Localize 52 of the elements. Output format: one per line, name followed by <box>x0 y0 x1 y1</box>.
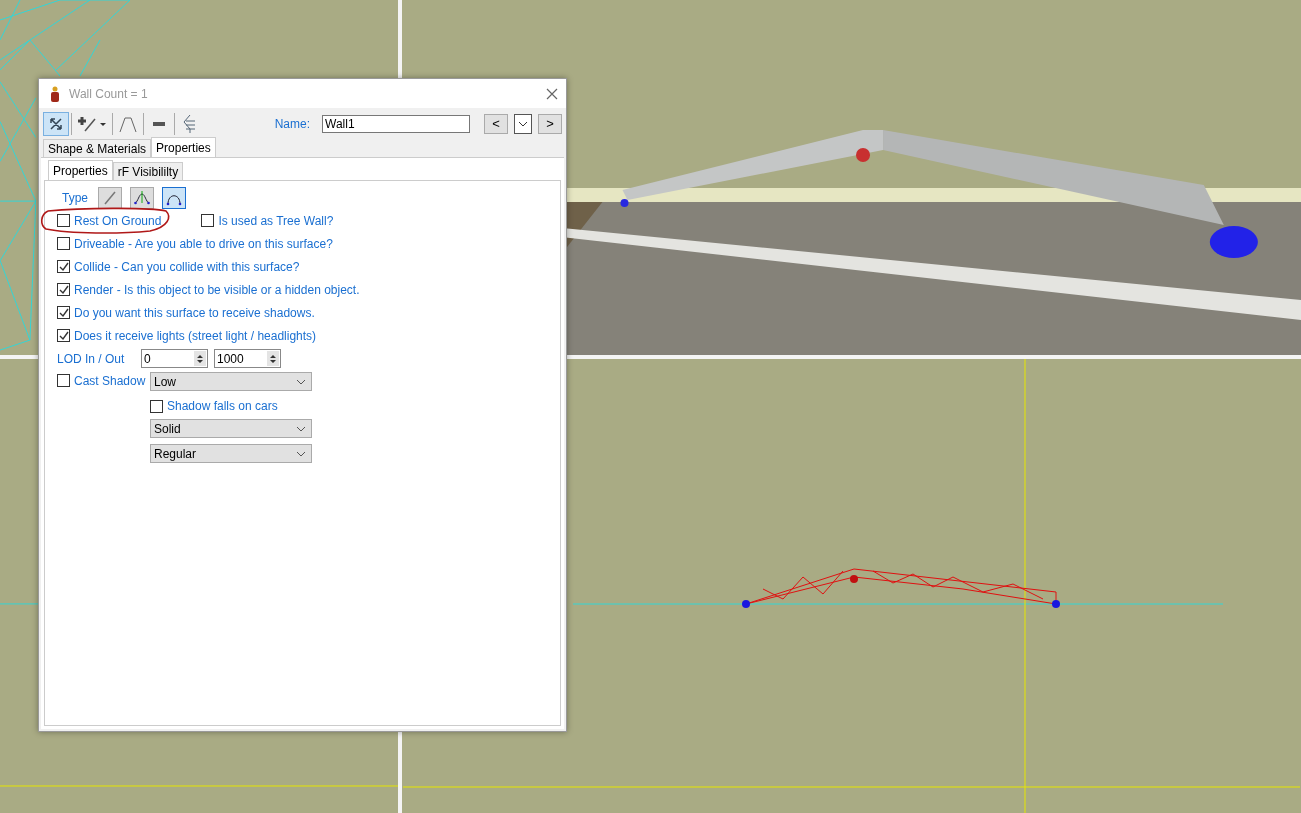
checkbox[interactable] <box>57 260 70 273</box>
lod-label: LOD In / Out <box>57 351 126 366</box>
spin-arrows-icon[interactable] <box>196 352 204 365</box>
checkbox-label: Collide - Can you collide with this surface? <box>74 259 300 274</box>
next-button[interactable]: > <box>538 113 562 134</box>
move-tool-button[interactable] <box>43 111 69 136</box>
checkbox[interactable] <box>57 237 70 250</box>
spline-type-button[interactable] <box>130 187 154 209</box>
spin-arrows-icon[interactable] <box>269 352 277 365</box>
checkbox-label: Is used as Tree Wall? <box>218 213 334 228</box>
name-label: Name: <box>274 116 310 131</box>
checkbox-label: Render - Is this object to be visible or a hidden object. <box>74 282 360 297</box>
close-icon[interactable] <box>546 87 558 100</box>
dropdown[interactable]: Low <box>150 372 312 391</box>
name-field[interactable]: Wall1 <box>322 114 470 133</box>
arc-type-button[interactable] <box>162 187 186 209</box>
bar-icon <box>153 121 165 126</box>
checkbox-label: Do you want this surface to receive shadows. <box>74 305 315 320</box>
curve-icon <box>134 190 150 206</box>
window-title: Wall Count = 1 <box>69 86 149 101</box>
tab[interactable]: Shape & Materials <box>43 139 152 157</box>
checkbox[interactable] <box>57 306 70 319</box>
tab[interactable]: rF Visibililty <box>112 162 184 180</box>
checkbox-label: Cast Shadow <box>74 374 146 388</box>
tab[interactable]: Properties <box>48 160 113 180</box>
line-type-button[interactable] <box>98 187 122 209</box>
move-icon <box>48 115 64 132</box>
tab[interactable]: Properties <box>151 137 216 157</box>
dropdown[interactable]: Solid <box>150 419 312 438</box>
line-icon <box>102 190 118 206</box>
checkbox[interactable] <box>57 374 70 387</box>
checkbox[interactable] <box>57 283 70 296</box>
chevron-down-icon <box>296 378 306 385</box>
checkbox-label: Shadow falls on cars <box>167 399 278 413</box>
checkbox[interactable] <box>150 399 163 413</box>
worker-icon <box>49 85 61 102</box>
checkbox-label: Does it receive lights (street light / headlights) <box>74 328 317 343</box>
previous-button[interactable]: < <box>484 113 508 134</box>
checkbox[interactable] <box>57 214 70 227</box>
checkbox-label: Driveable - Are you able to drive on this surface? <box>74 236 333 251</box>
checkbox[interactable] <box>57 329 70 342</box>
chevron-down-icon <box>518 120 528 127</box>
lod-in-field[interactable]: 0 <box>141 349 208 368</box>
chevron-down-icon <box>296 425 306 432</box>
checkbox[interactable] <box>201 214 215 227</box>
add-line-icon <box>77 114 107 133</box>
dropdown[interactable]: Regular <box>150 444 312 463</box>
type-label: Type <box>62 191 88 205</box>
checkbox-label: Rest On Ground <box>74 213 162 228</box>
chevron-down-icon <box>296 450 306 457</box>
dropdown-button[interactable] <box>514 113 532 134</box>
lod-out-field[interactable]: 1000 <box>214 349 281 368</box>
